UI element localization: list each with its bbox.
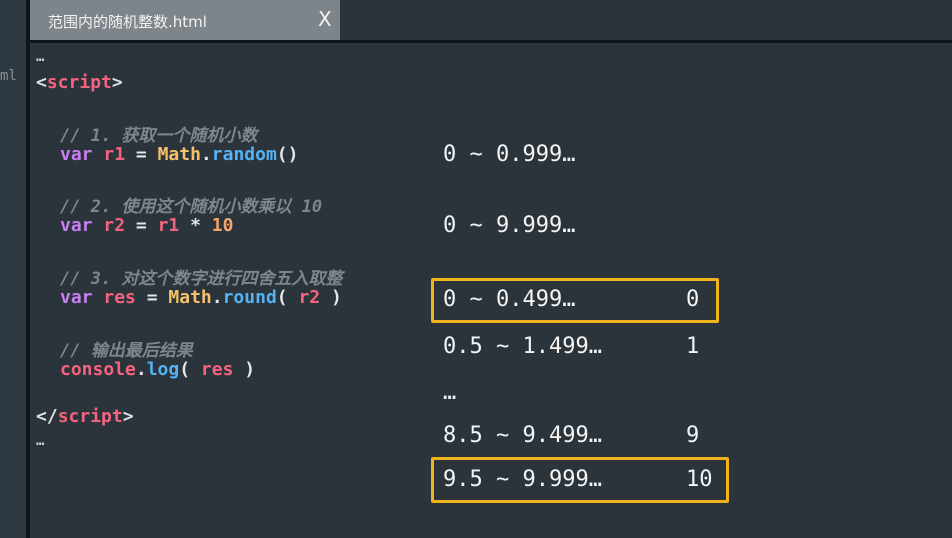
paren-close: ) (233, 359, 256, 380)
keyword-var: var (60, 144, 93, 165)
script-close-tag: </script> (36, 406, 134, 427)
left-gutter: ml (0, 0, 26, 538)
annotation-r1-range: 0 ~ 0.999… (443, 142, 576, 167)
map-range-0: 0 ~ 0.499… (443, 287, 576, 312)
ref-r1: r1 (157, 215, 180, 236)
map-range-1: 0.5 ~ 1.499… (443, 334, 602, 359)
close-icon[interactable]: X (318, 7, 332, 31)
script-open-tag: <script> (36, 72, 123, 93)
open-tag-name: script (46, 72, 112, 93)
comment-output: // 输出最后结果 (60, 341, 193, 361)
annotation-r2-range: 0 ~ 9.999… (443, 213, 576, 238)
ellipsis-top: … (36, 49, 45, 65)
map-range-9: 8.5 ~ 9.499… (443, 423, 602, 448)
tab-active-file[interactable]: 范围内的随机整数.html X (30, 0, 340, 40)
open-tag-close: > (111, 72, 123, 93)
comment-step-1: // 1. 获取一个随机小数 (60, 126, 258, 146)
paren-open: ( (276, 287, 299, 308)
code-line-log: console.log( res ) (60, 359, 255, 380)
map-result-1: 1 (686, 334, 700, 359)
fn-round: round (222, 287, 277, 308)
gutter-file-fragment: ml (0, 68, 17, 84)
op-multiply: * (179, 215, 212, 236)
parens: () (276, 144, 299, 165)
code-line-res: var res = Math.round( r2 ) (60, 287, 342, 308)
number-10: 10 (211, 215, 234, 236)
tab-bar: 范围内的随机整数.html X (30, 0, 952, 40)
var-res: res (103, 287, 136, 308)
keyword-var: var (60, 287, 93, 308)
paren-close: ) (320, 287, 342, 308)
op-dot: . (211, 287, 223, 308)
keyword-var: var (60, 215, 93, 236)
code-line-r2: var r2 = r1 * 10 (60, 215, 233, 236)
map-range-ellipsis: … (443, 380, 457, 405)
paren-open: ( (179, 359, 201, 380)
arg-r2: r2 (298, 287, 321, 308)
map-result-10: 10 (686, 467, 713, 492)
code-line-r1: var r1 = Math.random() (60, 144, 298, 165)
tab-title: 范围内的随机整数.html (48, 13, 207, 31)
class-math: Math (157, 144, 201, 165)
map-result-9: 9 (686, 423, 700, 448)
map-result-0: 0 (686, 287, 700, 312)
open-tag-bracket: < (36, 72, 47, 93)
arg-res: res (200, 359, 234, 380)
var-r2: r2 (103, 215, 126, 236)
ellipsis-bottom: … (36, 433, 45, 449)
op-assign: = (135, 287, 169, 308)
op-assign: = (125, 144, 158, 165)
comment-step-2: // 2. 使用这个随机小数乘以 10 (60, 197, 323, 217)
close-tag-close: > (122, 406, 134, 427)
close-tag-bracket: </ (36, 406, 58, 427)
map-range-10: 9.5 ~ 9.999… (443, 467, 602, 492)
op-dot: . (135, 359, 147, 380)
fn-random: random (211, 144, 277, 165)
fn-log: log (146, 359, 180, 380)
op-assign: = (125, 215, 158, 236)
comment-step-3: // 3. 对这个数字进行四舍五入取整 (60, 269, 343, 289)
close-tag-name: script (57, 406, 123, 427)
var-r1: r1 (103, 144, 126, 165)
obj-console: console (60, 359, 136, 380)
class-math: Math (168, 287, 212, 308)
op-dot: . (200, 144, 212, 165)
